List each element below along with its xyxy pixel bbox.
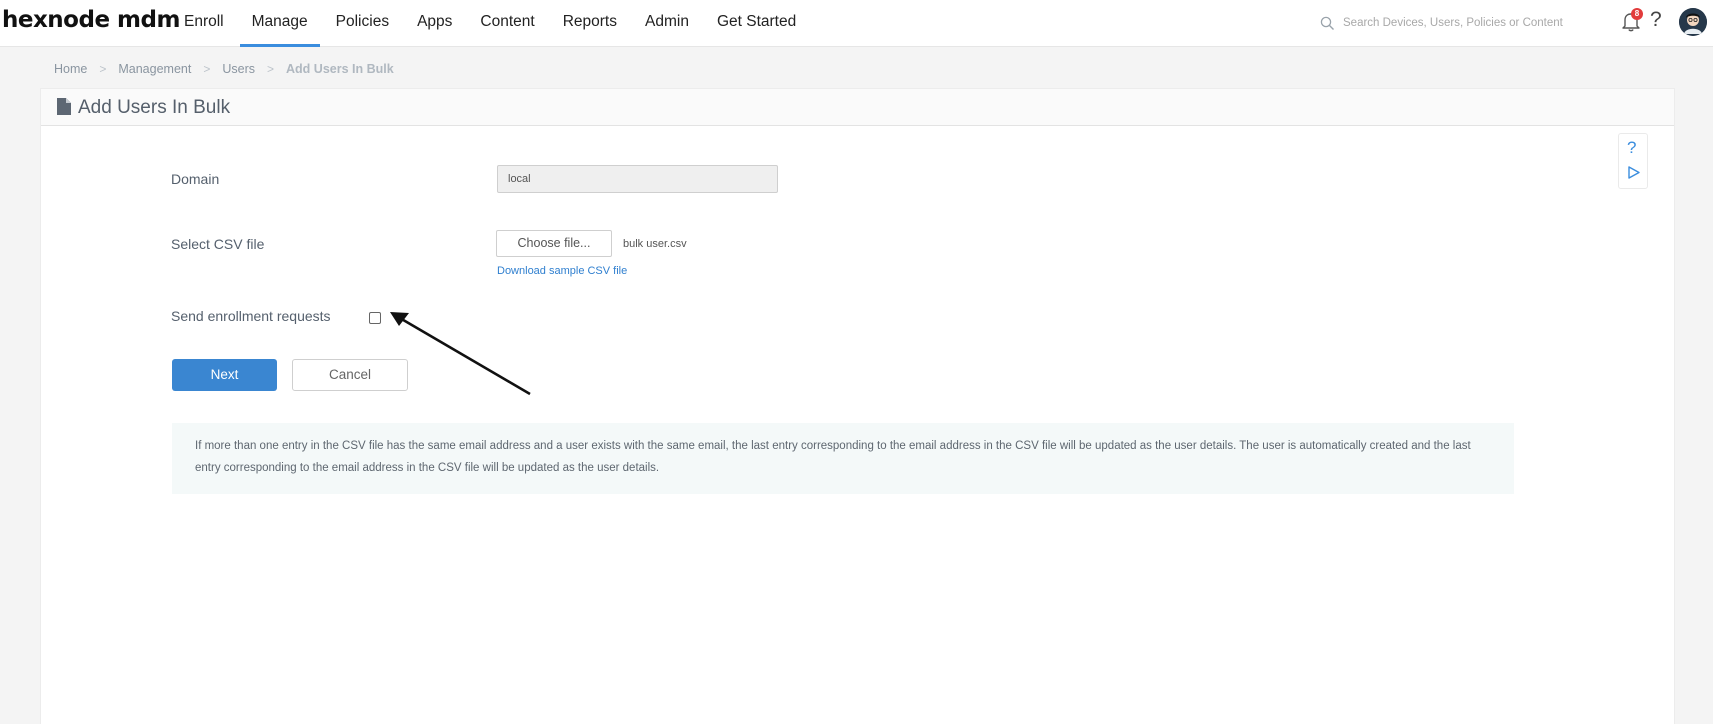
document-icon	[57, 98, 71, 115]
nav-item-apps[interactable]: Apps	[417, 0, 452, 47]
breadcrumb: Home > Management > Users > Add Users In…	[54, 62, 394, 76]
notifications-button[interactable]: 8	[1620, 8, 1644, 34]
nav-item-enroll[interactable]: Enroll	[184, 0, 224, 47]
csv-file-label: Select CSV file	[171, 236, 265, 252]
help-question-icon[interactable]: ?	[1627, 138, 1636, 158]
domain-field[interactable]: local	[497, 165, 778, 193]
page-title: Add Users In Bulk	[78, 97, 231, 118]
download-sample-csv-link[interactable]: Download sample CSV file	[497, 265, 627, 277]
nav-item-admin[interactable]: Admin	[645, 0, 689, 47]
enrollment-requests-checkbox[interactable]	[369, 312, 381, 324]
nav-item-get-started[interactable]: Get Started	[717, 0, 796, 47]
breadcrumb-management[interactable]: Management	[118, 62, 191, 76]
side-help-panel: ?	[1618, 133, 1648, 189]
help-button[interactable]: ?	[1650, 8, 1662, 32]
nav-item-manage[interactable]: Manage	[239, 0, 320, 47]
app-logo[interactable]: hexnode mdm	[2, 7, 180, 33]
play-icon[interactable]	[1628, 166, 1640, 179]
domain-label: Domain	[171, 171, 220, 187]
notification-badge: 8	[1631, 8, 1643, 20]
cancel-button[interactable]: Cancel	[292, 359, 408, 391]
top-navbar: hexnode mdm Enroll Manage Policies Apps …	[0, 0, 1713, 47]
choose-file-button[interactable]: Choose file...	[496, 230, 612, 257]
breadcrumb-separator-icon: >	[99, 62, 107, 76]
panel-header: Add Users In Bulk	[41, 89, 1674, 126]
breadcrumb-separator-icon: >	[203, 62, 211, 76]
content-panel: Add Users In Bulk ? Domain local Select …	[40, 88, 1675, 724]
annotation-arrow-icon	[390, 312, 531, 396]
nav-item-policies[interactable]: Policies	[336, 0, 389, 47]
breadcrumb-current: Add Users In Bulk	[286, 62, 394, 76]
user-avatar-icon	[1679, 8, 1707, 36]
search-icon[interactable]	[1320, 16, 1335, 31]
user-avatar[interactable]	[1679, 8, 1707, 36]
global-search	[1320, 12, 1590, 34]
breadcrumb-users[interactable]: Users	[222, 62, 255, 76]
enrollment-requests-label: Send enrollment requests	[171, 308, 331, 324]
nav-item-reports[interactable]: Reports	[563, 0, 617, 47]
selected-file-name: bulk user.csv	[623, 238, 687, 250]
search-input[interactable]	[1343, 17, 1583, 29]
nav-item-content[interactable]: Content	[480, 0, 534, 47]
main-nav: Enroll Manage Policies Apps Content Repo…	[184, 0, 824, 47]
next-button[interactable]: Next	[172, 359, 277, 391]
info-note: If more than one entry in the CSV file h…	[172, 423, 1514, 494]
breadcrumb-separator-icon: >	[267, 62, 275, 76]
breadcrumb-home[interactable]: Home	[54, 62, 87, 76]
